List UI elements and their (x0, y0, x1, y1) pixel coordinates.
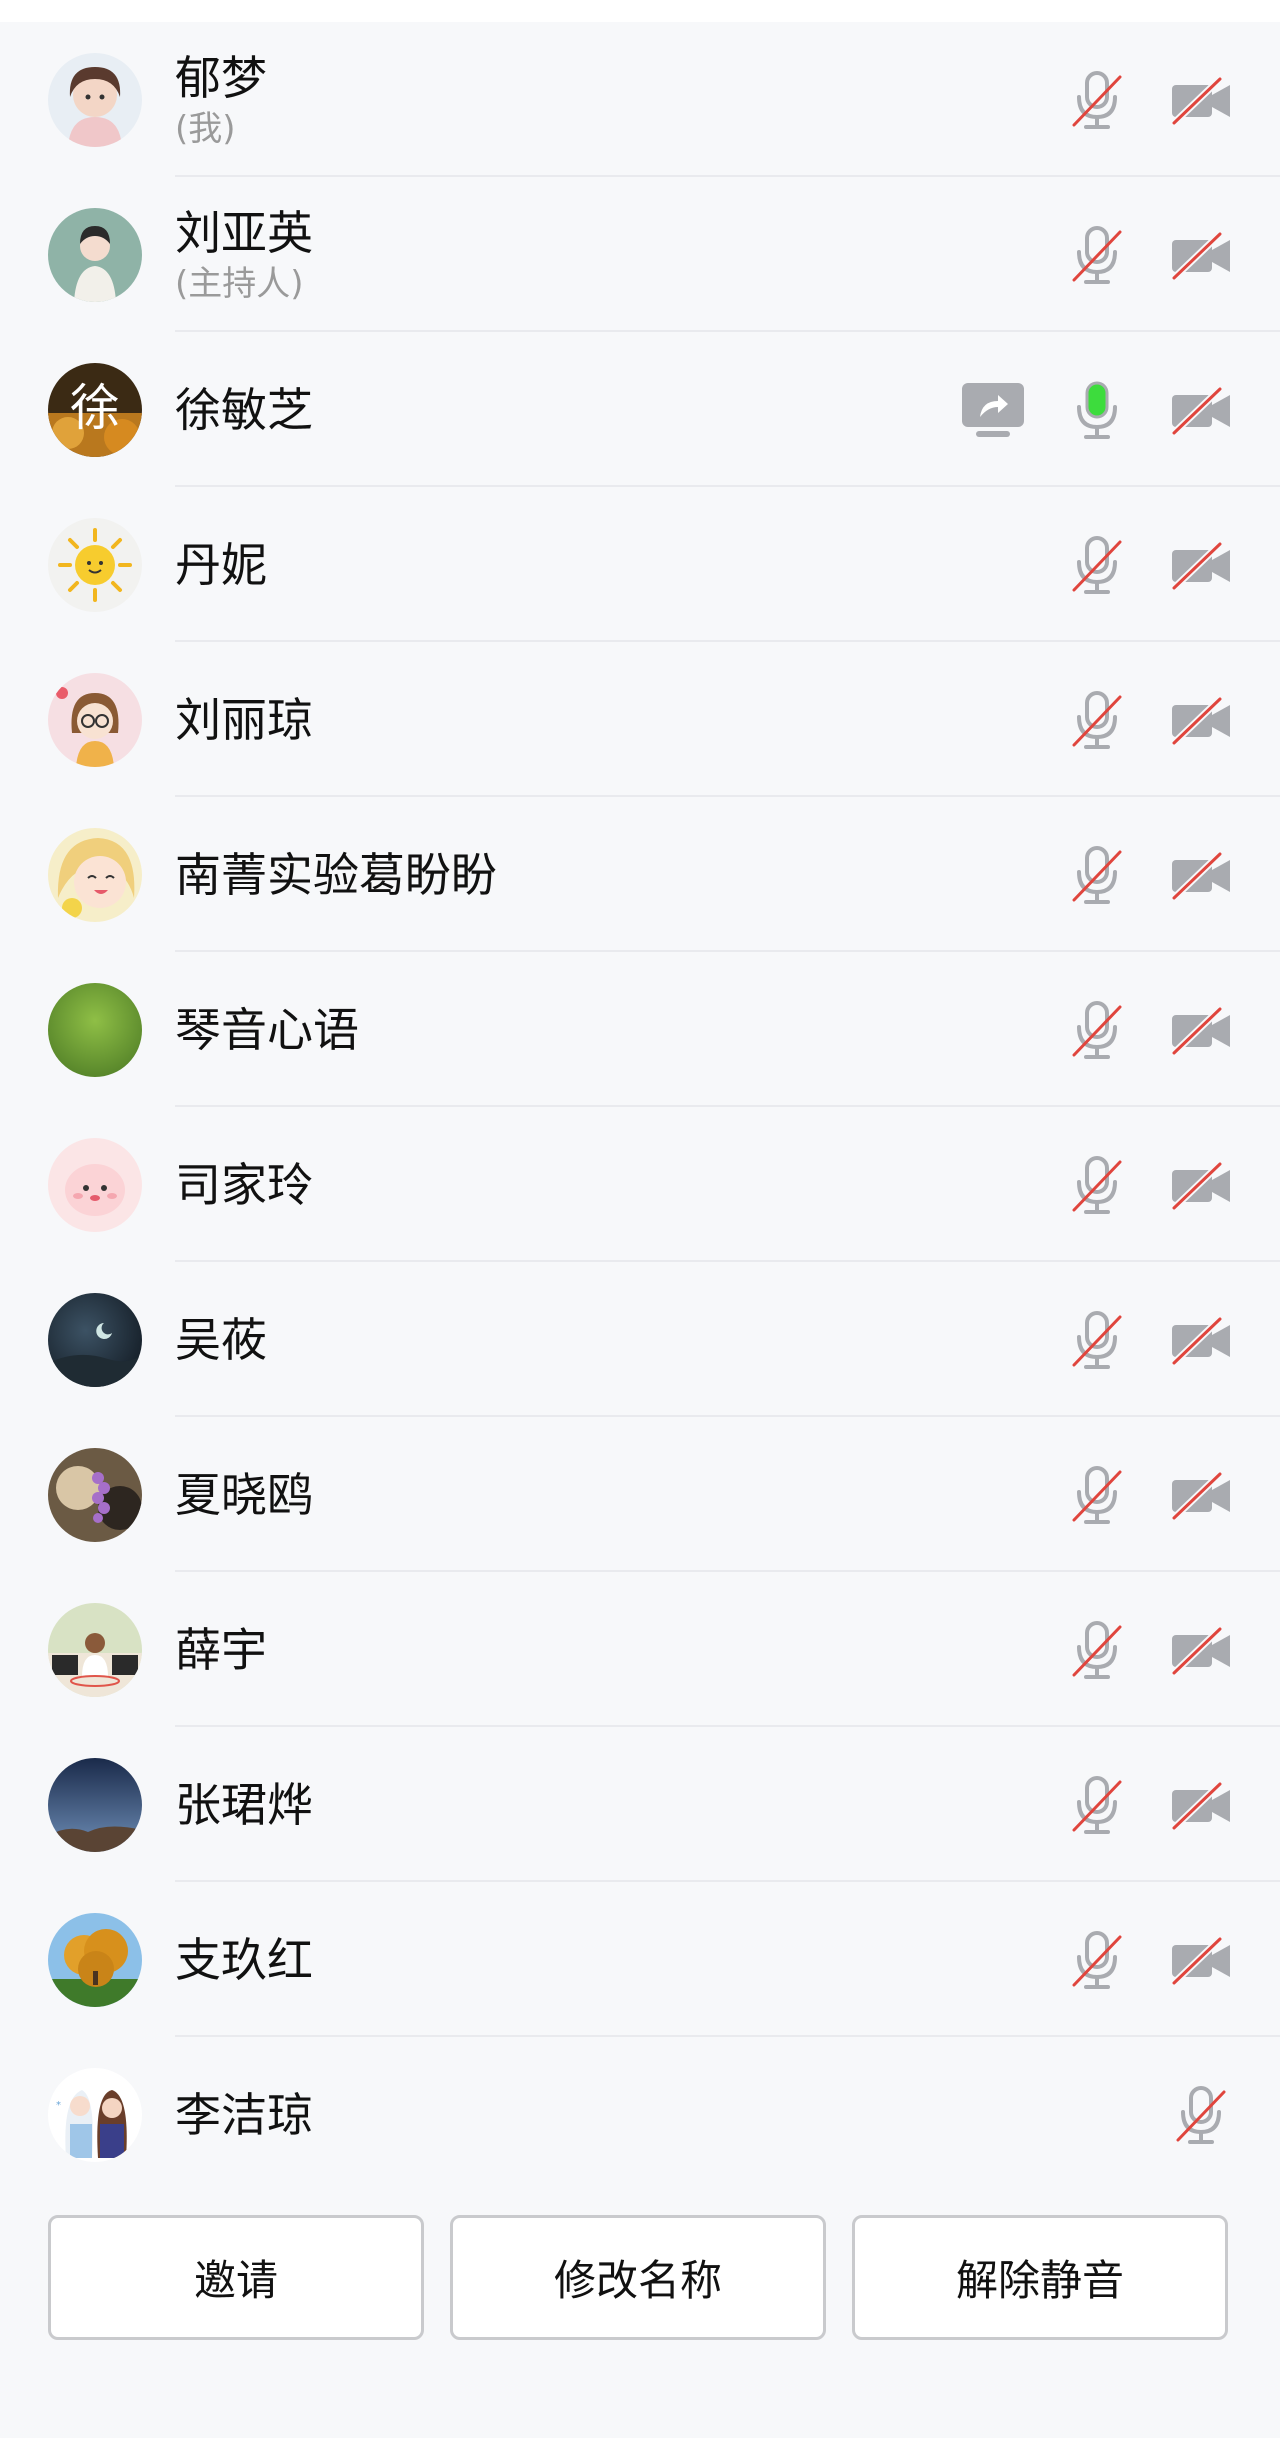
camera-off-icon[interactable] (1166, 220, 1236, 290)
microphone-muted-icon[interactable] (1062, 65, 1132, 135)
microphone-muted-icon[interactable] (1062, 530, 1132, 600)
participant-name-block: 支玖红 (175, 1932, 313, 1988)
participant-row[interactable]: 南菁实验葛盼盼 (0, 797, 1280, 952)
participant-name-block: 吴莜 (175, 1312, 267, 1368)
night-sky-avatar (48, 1292, 142, 1387)
microphone-muted-icon[interactable] (1062, 1615, 1132, 1685)
participant-role: (我) (175, 108, 236, 149)
participant-row[interactable]: 张珺烨 (0, 1727, 1280, 1882)
camera-off-icon[interactable] (1166, 530, 1236, 600)
participant-name-block: 丹妮 (175, 537, 267, 593)
microphone-active-icon[interactable] (1062, 375, 1132, 445)
participant-name-block: 薛宇 (175, 1622, 267, 1678)
participant-row[interactable]: * 李洁琼 (0, 2037, 1280, 2192)
microphone-muted-icon[interactable] (1062, 1925, 1132, 1995)
participant-name-block: 张珺烨 (175, 1777, 313, 1833)
sun-cartoon-avatar (48, 517, 142, 612)
participant-row[interactable]: 吴莜 (0, 1262, 1280, 1417)
participant-name: 张珺烨 (175, 1777, 313, 1832)
bottom-action-bar: 邀请 修改名称 解除静音 (0, 2180, 1280, 2438)
participant-name-block: 郁梦 (我) (175, 50, 267, 150)
participant-name-block: 刘亚英 (主持人) (175, 205, 313, 305)
participant-name-block: 刘丽琼 (175, 692, 313, 748)
camera-off-icon[interactable] (1166, 1460, 1236, 1530)
camera-off-icon[interactable] (1166, 65, 1236, 135)
rename-button[interactable]: 修改名称 (450, 2215, 826, 2340)
participant-name: 李洁琼 (175, 2087, 313, 2142)
participant-name-block: 徐敏芝 (175, 382, 313, 438)
microphone-muted-icon[interactable] (1062, 995, 1132, 1065)
svg-text:徐: 徐 (70, 379, 120, 437)
participant-name-block: 琴音心语 (175, 1002, 359, 1058)
participant-row[interactable]: 夏晓鸥 (0, 1417, 1280, 1572)
invite-button[interactable]: 邀请 (48, 2215, 424, 2340)
screen-share-icon[interactable] (958, 375, 1028, 445)
lavender-flowers-avatar (48, 1447, 142, 1542)
microphone-muted-icon[interactable] (1062, 1460, 1132, 1530)
participant-name: 南菁实验葛盼盼 (175, 847, 497, 902)
participant-role: (主持人) (175, 263, 304, 304)
woman-illustration-avatar (48, 207, 142, 302)
participant-name-block: 司家玲 (175, 1157, 313, 1213)
microphone-muted-icon[interactable] (1166, 2080, 1236, 2150)
camera-off-icon[interactable] (1166, 375, 1236, 445)
microphone-muted-icon[interactable] (1062, 220, 1132, 290)
camera-off-icon[interactable] (1166, 1770, 1236, 1840)
camera-off-icon[interactable] (1166, 685, 1236, 755)
participant-row[interactable]: 琴音心语 (0, 952, 1280, 1107)
camera-off-icon[interactable] (1166, 1150, 1236, 1220)
participant-name-block: 南菁实验葛盼盼 (175, 847, 497, 903)
child-photo-avatar (48, 1602, 142, 1697)
svg-text:*: * (56, 2100, 61, 2111)
participant-row[interactable]: 支玖红 (0, 1882, 1280, 2037)
participant-name: 刘亚英 (175, 205, 313, 260)
camera-off-icon[interactable] (1166, 1925, 1236, 1995)
participant-name: 郁梦 (175, 50, 267, 105)
microphone-muted-icon[interactable] (1062, 1305, 1132, 1375)
participant-name: 支玖红 (175, 1932, 313, 1987)
anime-girl-avatar (48, 827, 142, 922)
participant-name: 吴莜 (175, 1312, 267, 1367)
pink-blob-cartoon-avatar (48, 1137, 142, 1232)
participant-name: 丹妮 (175, 537, 267, 592)
participant-row[interactable]: 丹妮 (0, 487, 1280, 642)
girl-glasses-cartoon-avatar (48, 672, 142, 767)
autumn-tree-avatar (48, 1912, 142, 2007)
girl-portrait-avatar (48, 52, 142, 147)
grass-field-avatar (48, 982, 142, 1077)
microphone-muted-icon[interactable] (1062, 840, 1132, 910)
participant-row[interactable]: 郁梦 (我) (0, 22, 1280, 177)
participant-name: 琴音心语 (175, 1002, 359, 1057)
calligraphy-character-avatar: 徐 (48, 362, 142, 457)
participant-name: 司家玲 (175, 1157, 313, 1212)
microphone-muted-icon[interactable] (1062, 685, 1132, 755)
camera-off-icon[interactable] (1166, 1305, 1236, 1375)
camera-off-icon[interactable] (1166, 995, 1236, 1065)
camera-off-icon[interactable] (1166, 1615, 1236, 1685)
participant-row[interactable]: 司家玲 (0, 1107, 1280, 1262)
participant-name-block: 李洁琼 (175, 2087, 313, 2143)
princess-cartoon-avatar: * (48, 2067, 142, 2162)
participant-list: 郁梦 (我) 刘亚英 (主持人) 徐徐敏芝丹妮刘丽琼南菁实验葛盼盼 琴音心语司家玲吴莜夏晓… (0, 22, 1280, 2192)
participant-row[interactable]: 刘亚英 (主持人) (0, 177, 1280, 332)
camera-off-icon[interactable] (1166, 840, 1236, 910)
microphone-muted-icon[interactable] (1062, 1150, 1132, 1220)
participant-name: 刘丽琼 (175, 692, 313, 747)
participant-name: 徐敏芝 (175, 382, 313, 437)
unmute-button[interactable]: 解除静音 (852, 2215, 1228, 2340)
participant-row[interactable]: 徐徐敏芝 (0, 332, 1280, 487)
participant-name: 薛宇 (175, 1622, 267, 1677)
top-strip (0, 0, 1280, 22)
participant-row[interactable]: 刘丽琼 (0, 642, 1280, 797)
participant-row[interactable]: 薛宇 (0, 1572, 1280, 1727)
microphone-muted-icon[interactable] (1062, 1770, 1132, 1840)
mountain-dusk-avatar (48, 1757, 142, 1852)
participant-name-block: 夏晓鸥 (175, 1467, 313, 1523)
participant-name: 夏晓鸥 (175, 1467, 313, 1522)
